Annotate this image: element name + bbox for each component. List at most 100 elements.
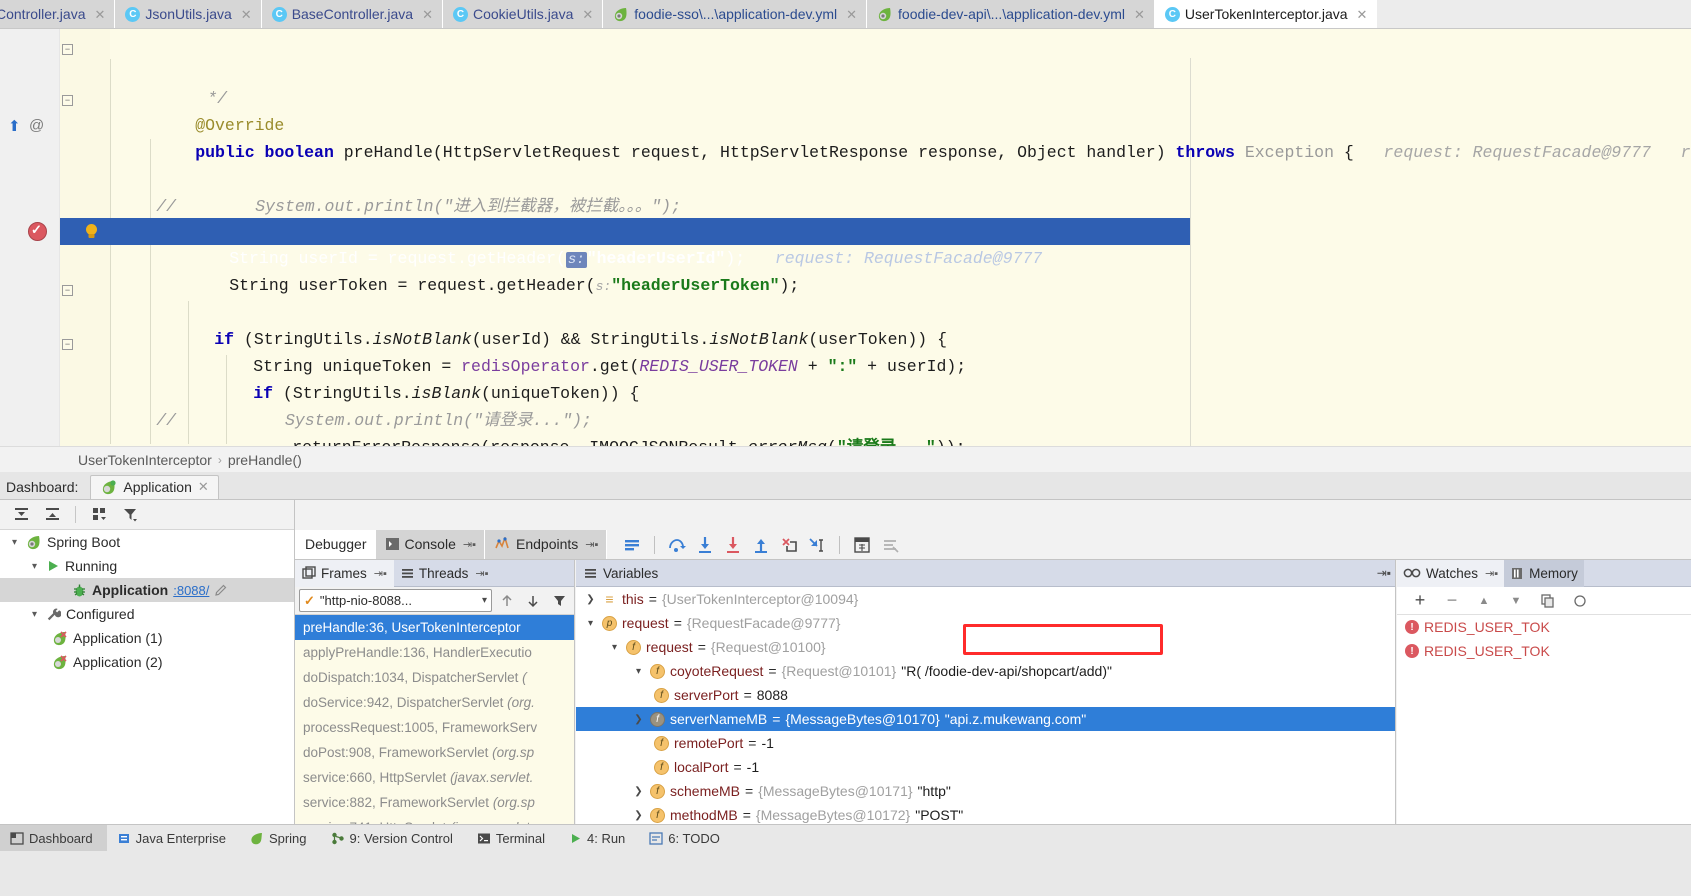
sidebar-item-spring-boot[interactable]: ▾ Spring Boot: [0, 530, 294, 554]
chevron-down-icon[interactable]: ▾: [28, 560, 41, 573]
tab-memory[interactable]: Memory: [1504, 559, 1584, 587]
variable-row[interactable]: ❯ f schemeMB = {MessageBytes@10171} "htt…: [576, 779, 1395, 803]
sidebar-item-application-running[interactable]: Application :8088/: [0, 578, 294, 602]
editor-tab-basecontroller[interactable]: C BaseController.java ✕: [261, 0, 443, 28]
arrow-up-icon[interactable]: [496, 589, 518, 613]
arrow-down-icon[interactable]: [522, 589, 544, 613]
stack-frame-row[interactable]: applyPreHandle:136, HandlerExecutio: [295, 640, 574, 665]
pin-icon[interactable]: ⇥▪: [1377, 566, 1391, 580]
remove-icon[interactable]: −: [1439, 589, 1465, 613]
sidebar-item-application-1[interactable]: Application (1): [0, 626, 294, 650]
pin-icon[interactable]: ⇥▪: [1485, 567, 1498, 580]
evaluate-expression-icon[interactable]: [849, 533, 875, 557]
step-over-icon[interactable]: [664, 533, 690, 557]
step-out-icon[interactable]: [748, 533, 774, 557]
editor-tab-foodie-sso-yml[interactable]: foodie-sso\...\application-dev.yml ✕: [603, 0, 868, 28]
move-up-icon[interactable]: ▲: [1471, 589, 1497, 613]
editor-tab-cookieutils[interactable]: C CookieUtils.java ✕: [443, 0, 604, 28]
tab-watches[interactable]: Watches ⇥▪: [1397, 559, 1505, 587]
editor-tab-controller[interactable]: Controller.java ✕: [0, 0, 116, 28]
stack-frame-row[interactable]: doDispatch:1034, DispatcherServlet (: [295, 665, 574, 690]
pencil-icon[interactable]: [214, 584, 227, 597]
copy-icon[interactable]: [1535, 589, 1561, 613]
chevron-right-icon[interactable]: ❯: [584, 594, 597, 605]
status-item-dashboard[interactable]: Dashboard: [0, 825, 107, 851]
variable-row[interactable]: f remotePort = -1: [576, 731, 1395, 755]
chevron-right-icon[interactable]: ❯: [632, 810, 645, 821]
add-icon[interactable]: +: [1407, 589, 1433, 613]
fold-marker-icon[interactable]: −: [62, 95, 73, 106]
status-item-java-enterprise[interactable]: Java Enterprise: [107, 825, 240, 851]
stack-frame-row[interactable]: processRequest:1005, FrameworkServ: [295, 715, 574, 740]
status-item-run[interactable]: 4: Run: [559, 825, 639, 851]
filter-icon[interactable]: [117, 503, 143, 527]
status-item-spring[interactable]: Spring: [240, 825, 321, 851]
status-item-version-control[interactable]: 9: Version Control: [321, 825, 467, 851]
run-to-cursor-icon[interactable]: [804, 533, 830, 557]
breadcrumb-class[interactable]: UserTokenInterceptor: [78, 452, 212, 468]
step-into-icon[interactable]: [692, 533, 718, 557]
drop-frame-icon[interactable]: [776, 533, 802, 557]
editor-tab-foodie-dev-api-yml[interactable]: foodie-dev-api\...\application-dev.yml ✕: [867, 0, 1155, 28]
variable-row[interactable]: ▾ f request = {Request@10100}: [576, 635, 1395, 659]
thread-selector[interactable]: ✓ "http-nio-8088... ▾: [299, 589, 492, 612]
stack-frame-row[interactable]: preHandle:36, UserTokenInterceptor: [295, 615, 574, 640]
mute-breakpoints-icon[interactable]: [877, 533, 903, 557]
pin-icon[interactable]: ⇥▪: [585, 538, 598, 551]
close-icon[interactable]: ✕: [95, 8, 106, 21]
editor-tab-usertokeninterceptor[interactable]: C UserTokenInterceptor.java ✕: [1154, 0, 1378, 28]
stack-frame-row[interactable]: doService:942, DispatcherServlet (org.: [295, 690, 574, 715]
code-text[interactable]: */ @Override public boolean preHandle(Ht…: [110, 29, 1691, 446]
application-port-link[interactable]: :8088/: [173, 583, 209, 598]
stack-frame-row[interactable]: service:660, HttpServlet (javax.servlet.: [295, 765, 574, 790]
breadcrumb-method[interactable]: preHandle(): [228, 452, 302, 468]
fold-marker-icon[interactable]: −: [62, 339, 73, 350]
tab-debugger[interactable]: Debugger: [295, 530, 376, 559]
stack-frame-row[interactable]: doPost:908, FrameworkServlet (org.sp: [295, 740, 574, 765]
show-execution-point-icon[interactable]: [619, 533, 645, 557]
override-marker-icon[interactable]: @: [29, 117, 44, 134]
tab-console[interactable]: Console ⇥▪: [375, 530, 485, 559]
watch-row[interactable]: ! REDIS_USER_TOK: [1397, 639, 1691, 663]
close-icon[interactable]: ✕: [422, 8, 433, 21]
sidebar-item-configured[interactable]: ▾ Configured: [0, 602, 294, 626]
watches-list[interactable]: ! REDIS_USER_TOK ! REDIS_USER_TOK: [1397, 615, 1691, 663]
chevron-down-icon[interactable]: ▾: [28, 608, 41, 621]
sidebar-item-application-2[interactable]: Application (2): [0, 650, 294, 674]
variable-row-servernamemb[interactable]: ❯ f serverNameMB = {MessageBytes@10170} …: [576, 707, 1395, 731]
pin-icon[interactable]: ⇥▪: [374, 567, 387, 580]
edit-icon[interactable]: [1567, 589, 1593, 613]
chevron-right-icon[interactable]: ❯: [632, 714, 645, 725]
close-icon[interactable]: ✕: [582, 8, 593, 21]
dashboard-tab-application[interactable]: Application ✕: [90, 475, 219, 499]
stack-frame-row[interactable]: service:882, FrameworkServlet (org.sp: [295, 790, 574, 815]
variable-row[interactable]: f serverPort = 8088: [576, 683, 1395, 707]
close-icon[interactable]: ✕: [198, 479, 209, 495]
variable-row[interactable]: ❯ ≡ this = {UserTokenInterceptor@10094}: [576, 587, 1395, 611]
fold-marker-icon[interactable]: −: [62, 285, 73, 296]
close-icon[interactable]: ✕: [846, 8, 857, 21]
stack-frames-list[interactable]: preHandle:36, UserTokenInterceptor apply…: [295, 615, 574, 840]
tab-endpoints[interactable]: Endpoints ⇥▪: [485, 530, 608, 559]
pin-icon[interactable]: ⇥▪: [463, 538, 476, 551]
variables-tree[interactable]: ❯ ≡ this = {UserTokenInterceptor@10094} …: [576, 587, 1395, 851]
variable-row[interactable]: ▾ p request = {RequestFacade@9777}: [576, 611, 1395, 635]
pin-icon[interactable]: ⇥▪: [475, 567, 488, 580]
variable-row[interactable]: ▾ f coyoteRequest = {Request@10101} "R( …: [576, 659, 1395, 683]
sidebar-item-running[interactable]: ▾ Running: [0, 554, 294, 578]
tab-frames[interactable]: Frames ⇥▪: [295, 559, 394, 587]
fold-marker-icon[interactable]: −: [62, 44, 73, 55]
status-item-terminal[interactable]: Terminal: [467, 825, 559, 851]
chevron-down-icon[interactable]: ▾: [8, 536, 21, 549]
force-step-into-icon[interactable]: [720, 533, 746, 557]
expand-all-icon[interactable]: [8, 503, 34, 527]
filter-icon[interactable]: [548, 589, 570, 613]
chevron-down-icon[interactable]: ▾: [584, 618, 597, 629]
close-icon[interactable]: ✕: [1357, 8, 1368, 21]
run-method-icon[interactable]: ⬆: [8, 117, 21, 135]
tab-threads[interactable]: Threads ⇥▪: [394, 560, 496, 587]
chevron-down-icon[interactable]: ▾: [632, 666, 645, 677]
watch-row[interactable]: ! REDIS_USER_TOK: [1397, 615, 1691, 639]
chevron-down-icon[interactable]: ▾: [608, 642, 621, 653]
collapse-all-icon[interactable]: [39, 503, 65, 527]
